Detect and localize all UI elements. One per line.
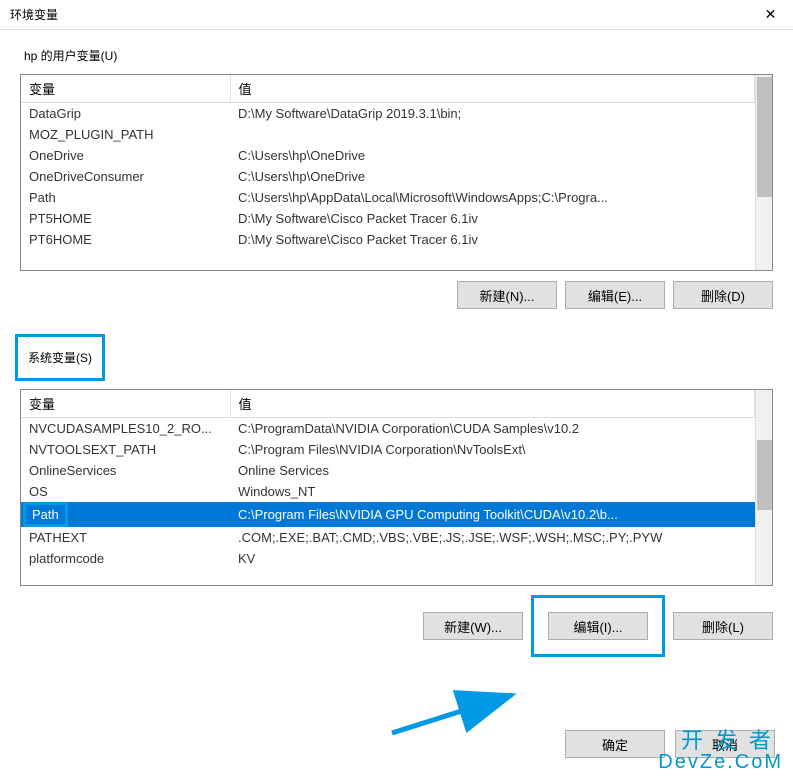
user-new-button[interactable]: 新建(N)... [457, 281, 557, 309]
system-button-row: 新建(W)... 编辑(I)... 删除(L) [20, 596, 773, 656]
user-delete-button[interactable]: 删除(D) [673, 281, 773, 309]
edit-button-highlight: 编辑(I)... [531, 595, 665, 657]
system-header-value[interactable]: 值 [230, 390, 755, 418]
system-header-variable[interactable]: 变量 [21, 390, 230, 418]
dialog-content: hp 的用户变量(U) 变量 值 DataGripD:\My Software\… [0, 30, 793, 671]
table-row[interactable]: OSWindows_NT [21, 481, 755, 502]
system-delete-button[interactable]: 删除(L) [673, 612, 773, 640]
table-row[interactable]: PATHEXT.COM;.EXE;.BAT;.CMD;.VBS;.VBE;.JS… [21, 527, 755, 548]
user-table-scroll[interactable]: 变量 值 DataGripD:\My Software\DataGrip 201… [21, 75, 755, 270]
ok-button[interactable]: 确定 [565, 730, 665, 758]
user-variables-section: hp 的用户变量(U) 变量 值 DataGripD:\My Software\… [20, 45, 773, 309]
table-row[interactable]: PathC:\Users\hp\AppData\Local\Microsoft\… [21, 187, 755, 208]
close-button[interactable]: ✕ [748, 0, 793, 30]
table-row[interactable]: PT6HOMED:\My Software\Cisco Packet Trace… [21, 229, 755, 250]
table-row[interactable]: OnlineServicesOnline Services [21, 460, 755, 481]
title-bar: 环境变量 ✕ [0, 0, 793, 30]
window-title: 环境变量 [10, 6, 58, 23]
system-variables-table: 变量 值 NVCUDASAMPLES10_2_RO...C:\ProgramDa… [21, 390, 755, 569]
table-row[interactable]: PT5HOMED:\My Software\Cisco Packet Trace… [21, 208, 755, 229]
system-variables-section: 系统变量(S) 变量 值 NVCUDASAMPLES10_2_RO...C:\P… [20, 334, 773, 656]
cancel-button[interactable]: 取消 [675, 730, 775, 758]
user-edit-button[interactable]: 编辑(E)... [565, 281, 665, 309]
system-scrollbar[interactable] [755, 390, 772, 585]
user-variables-table: 变量 值 DataGripD:\My Software\DataGrip 201… [21, 75, 755, 250]
table-row[interactable]: OneDriveC:\Users\hp\OneDrive [21, 145, 755, 166]
table-row[interactable]: OneDriveConsumerC:\Users\hp\OneDrive [21, 166, 755, 187]
user-button-row: 新建(N)... 编辑(E)... 删除(D) [20, 281, 773, 309]
table-row[interactable]: DataGripD:\My Software\DataGrip 2019.3.1… [21, 103, 755, 125]
arrow-annotation-icon [387, 690, 522, 735]
system-edit-button[interactable]: 编辑(I)... [548, 612, 648, 640]
system-section-label: 系统变量(S) [15, 334, 105, 381]
scrollbar-thumb[interactable] [757, 77, 772, 197]
table-row-selected[interactable]: PathC:\Program Files\NVIDIA GPU Computin… [21, 502, 755, 527]
table-row[interactable]: NVTOOLSEXT_PATHC:\Program Files\NVIDIA C… [21, 439, 755, 460]
user-table-container: 变量 值 DataGripD:\My Software\DataGrip 201… [20, 74, 773, 271]
user-section-label: hp 的用户变量(U) [20, 45, 121, 66]
path-cell-highlight: Path [23, 502, 68, 527]
dialog-button-row: 确定 取消 [565, 730, 775, 758]
table-row[interactable]: platformcodeKV [21, 548, 755, 569]
user-header-variable[interactable]: 变量 [21, 75, 230, 103]
table-row[interactable]: NVCUDASAMPLES10_2_RO...C:\ProgramData\NV… [21, 418, 755, 440]
close-icon: ✕ [765, 6, 777, 23]
table-row[interactable]: MOZ_PLUGIN_PATH [21, 124, 755, 145]
system-new-button[interactable]: 新建(W)... [423, 612, 523, 640]
user-scrollbar[interactable] [755, 75, 772, 270]
scrollbar-thumb[interactable] [757, 440, 772, 510]
user-header-value[interactable]: 值 [230, 75, 755, 103]
system-table-container: 变量 值 NVCUDASAMPLES10_2_RO...C:\ProgramDa… [20, 389, 773, 586]
system-table-scroll[interactable]: 变量 值 NVCUDASAMPLES10_2_RO...C:\ProgramDa… [21, 390, 755, 585]
